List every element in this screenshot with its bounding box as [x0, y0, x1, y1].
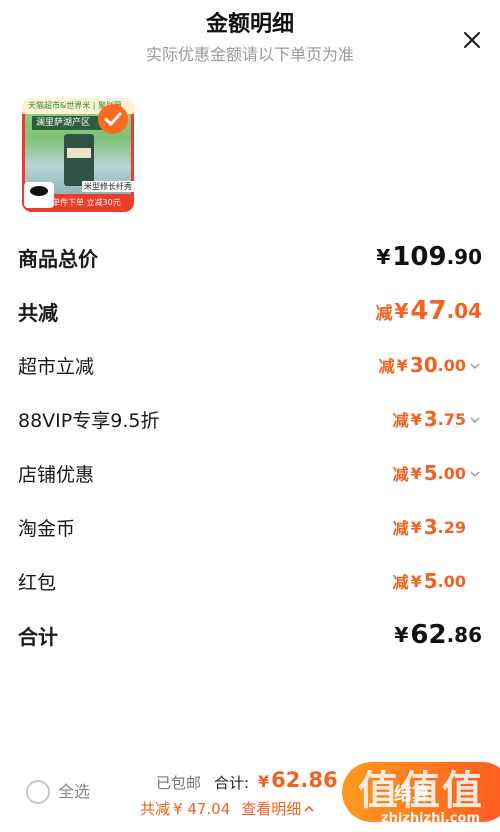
- amount-integer: 3: [423, 407, 438, 431]
- total-label: 合计:: [214, 774, 250, 792]
- reduce-prefix: 减: [378, 357, 395, 376]
- reduce-prefix: 减: [392, 519, 409, 538]
- thumbnail-bottom-text: 单件下单 立减30元: [52, 198, 121, 207]
- amount-integer: 5: [423, 461, 438, 485]
- sheet-subtitle: 实际优惠金额请以下单页为准: [145, 45, 354, 64]
- savings-label: 共减: [140, 800, 171, 818]
- amount-decimal: .00: [437, 355, 466, 375]
- yen-symbol: ¥: [376, 245, 391, 269]
- close-icon: [463, 31, 481, 49]
- amount-row-value: ¥62.86: [394, 620, 482, 650]
- amount-row: 淘金币 减 ¥3.29: [18, 500, 482, 554]
- free-shipping-label: 已包邮: [156, 774, 202, 792]
- sheet-header: 金额明细 实际优惠金额请以下单页为准: [0, 10, 500, 66]
- amount-decimal: .86: [446, 623, 482, 647]
- product-thumbnail[interactable]: 天猫超市&世界米 | 聚划算 澜里萨湖产区 米型修长纤秀 单件下单 立减30元: [22, 98, 134, 212]
- yen-symbol: ¥: [410, 409, 422, 429]
- yen-symbol: ¥: [410, 571, 422, 591]
- rice-bag-image: [64, 134, 94, 186]
- amount-row-value: 减 ¥3.75: [393, 407, 482, 431]
- amount-row: 红包 减 ¥5.00: [18, 554, 482, 608]
- savings-summary[interactable]: 共减 ¥ 47.04 查看明细: [140, 798, 315, 819]
- yen-symbol: ¥: [410, 463, 422, 483]
- amount-detail-sheet: 金额明细 实际优惠金额请以下单页为准 天猫超市&世界米 | 聚划算 澜里萨湖产区…: [0, 0, 500, 832]
- total-amount: ¥ 62.86: [258, 768, 338, 792]
- yen-symbol: ¥: [396, 355, 408, 375]
- amount-decimal: .75: [437, 409, 466, 429]
- amount-row-label: 淘金币: [18, 517, 76, 540]
- amount-decimal: .00: [437, 463, 466, 483]
- chevron-down-icon[interactable]: [468, 358, 482, 372]
- amount-row-label: 超市立减: [18, 355, 95, 378]
- reduce-prefix: 减: [392, 465, 409, 484]
- sheet-title: 金额明细: [205, 12, 294, 37]
- reduce-prefix: 减: [392, 573, 409, 592]
- savings-value: ¥ 47.04: [173, 799, 231, 818]
- tmall-cat-icon: [24, 182, 54, 208]
- total-value: 62.86: [271, 768, 338, 792]
- thumbnail-mini-label: 米型修长纤秀: [82, 181, 134, 192]
- watermark-url: zhizhizhi.com: [381, 811, 480, 826]
- amount-decimal: .29: [437, 517, 466, 537]
- amount-decimal: .90: [446, 245, 482, 269]
- amount-row-label: 合计: [18, 624, 58, 649]
- amount-row[interactable]: 超市立减 减 ¥30.00: [18, 338, 482, 392]
- amount-integer: 109: [392, 242, 447, 272]
- amount-row-label: 商品总价: [18, 246, 98, 271]
- yen-symbol: ¥: [394, 623, 409, 647]
- close-button[interactable]: [458, 26, 486, 54]
- amount-integer: 47: [410, 296, 447, 326]
- amount-row-value: 减 ¥47.04: [375, 296, 482, 326]
- amount-row: 合计 ¥62.86: [18, 608, 482, 662]
- amount-row-value: 减 ¥5.00: [393, 461, 482, 485]
- total-yen: ¥: [258, 772, 270, 791]
- chevron-down-icon[interactable]: [468, 466, 482, 480]
- reduce-prefix: 减: [375, 303, 393, 324]
- amount-integer: 30: [409, 353, 438, 377]
- amount-row: 商品总价 ¥109.90: [18, 230, 482, 284]
- bottom-bar: 全选 已包邮 合计: ¥ 62.86 共减 ¥ 47.04 查看明细 结算 值值…: [0, 756, 500, 832]
- thumbnail-banner: 澜里萨湖产区: [32, 116, 102, 130]
- amount-decimal: .00: [437, 571, 466, 591]
- amount-integer: 62: [410, 620, 447, 650]
- watermark-logo: 值值值: [358, 768, 484, 814]
- amount-row: 共减 减 ¥47.04: [18, 284, 482, 338]
- amount-row-label: 88VIP专享9.5折: [18, 409, 160, 432]
- amount-row-label: 红包: [18, 571, 57, 594]
- check-icon[interactable]: [98, 104, 128, 134]
- yen-symbol: ¥: [410, 517, 422, 537]
- amount-row-value: 减 ¥5.00: [393, 569, 482, 593]
- amount-row[interactable]: 88VIP专享9.5折 减 ¥3.75: [18, 392, 482, 446]
- amount-integer: 3: [423, 515, 438, 539]
- amount-rows: 商品总价 ¥109.90 共减减 ¥47.04 超市立减减 ¥30.00 88VIP专享9.…: [18, 230, 482, 662]
- yen-symbol: ¥: [394, 299, 409, 323]
- amount-decimal: .04: [446, 299, 482, 323]
- amount-row[interactable]: 店铺优惠 减 ¥5.00: [18, 446, 482, 500]
- view-detail-link[interactable]: 查看明细: [241, 798, 301, 819]
- select-all-label[interactable]: 全选: [58, 780, 90, 804]
- amount-row-label: 共减: [18, 300, 58, 325]
- amount-row-label: 店铺优惠: [18, 463, 95, 486]
- select-all-radio[interactable]: [26, 780, 50, 804]
- amount-row-value: ¥109.90: [376, 242, 482, 272]
- chevron-down-icon[interactable]: [468, 412, 482, 426]
- amount-integer: 5: [423, 569, 438, 593]
- amount-row-value: 减 ¥30.00: [379, 353, 482, 377]
- chevron-up-icon: [304, 805, 314, 812]
- amount-row-value: 减 ¥3.29: [393, 515, 482, 539]
- reduce-prefix: 减: [392, 411, 409, 430]
- watermark: 值值值 zhizhizhi.com: [350, 756, 490, 832]
